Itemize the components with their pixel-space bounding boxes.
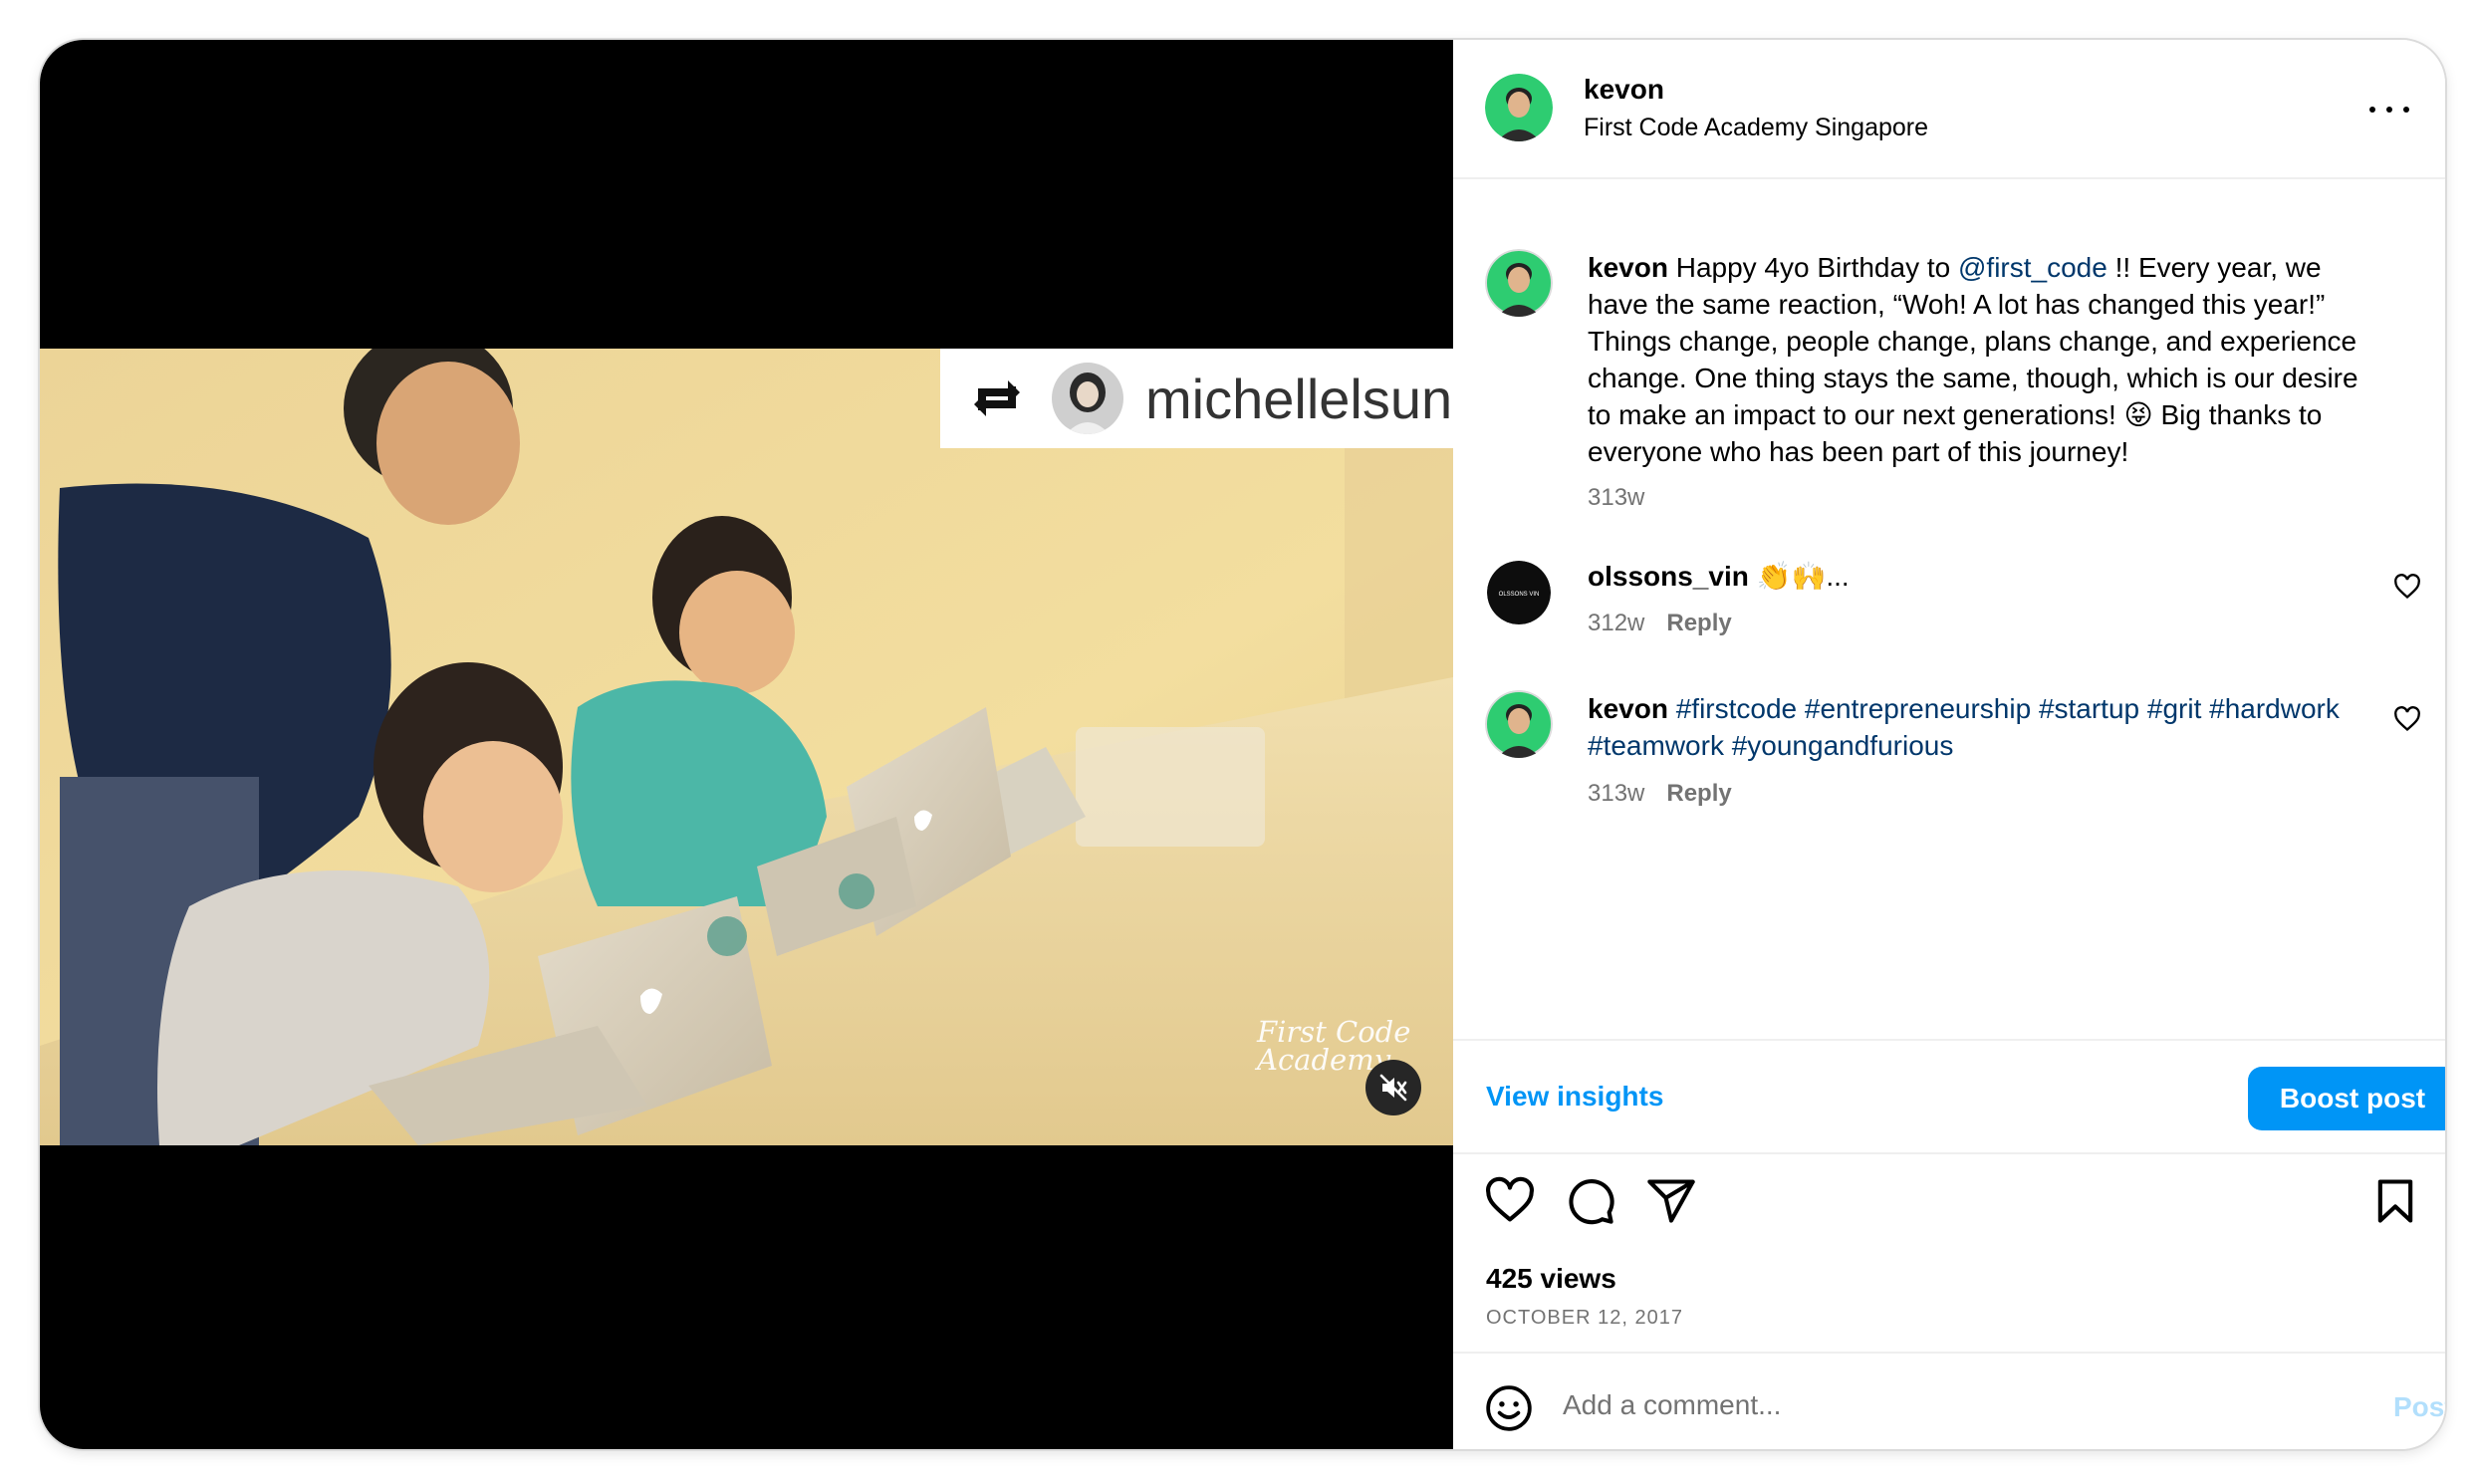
comment-text: kevon #firstcode #entrepreneurship #star… [1588, 690, 2384, 764]
author-avatar[interactable] [1485, 74, 1553, 141]
reply-button[interactable]: Reply [1666, 610, 1731, 636]
post-actions [1453, 1175, 2445, 1245]
comment-age: 312w [1588, 610, 1645, 636]
post-details-pane: kevon First Code Academy Singapore kevon… [1453, 40, 2445, 1449]
comment-input[interactable] [1563, 1377, 2300, 1433]
caption-text-part1: Happy 4yo Birthday to [1675, 252, 1958, 283]
repost-icon [974, 380, 1020, 416]
speaker-muted-icon [1379, 1074, 1407, 1102]
comment-username[interactable]: kevon [1588, 693, 1668, 724]
video-frame[interactable]: michellelsun First Code Academy [40, 349, 1453, 1145]
heart-icon[interactable] [1484, 1175, 1536, 1227]
comment-like-icon[interactable] [2393, 705, 2421, 733]
comment-username[interactable]: olssons_vin [1588, 561, 1749, 592]
post-dialog: michellelsun First Code Academy kevon Fi… [40, 40, 2445, 1449]
comment-text: olssons_vin 👏🙌... [1588, 558, 2384, 595]
comment-hashtags[interactable]: #firstcode #entrepreneurship #startup #g… [1588, 693, 2340, 761]
reply-button[interactable]: Reply [1666, 780, 1731, 807]
caption-text: kevon Happy 4yo Birthday to @first_code … [1588, 249, 2384, 470]
caption-text-part2: !! Every year, we have the same reaction… [1588, 252, 2358, 467]
media-pane[interactable]: michellelsun First Code Academy [40, 40, 1453, 1449]
mute-toggle-button[interactable] [1365, 1060, 1421, 1115]
commenter-avatar[interactable] [1485, 690, 1553, 758]
post-comment-button[interactable]: Post [2393, 1391, 2445, 1423]
view-count[interactable]: 425 views [1486, 1263, 1616, 1295]
more-options-icon[interactable] [2369, 100, 2409, 120]
commenter-avatar[interactable]: OLSSONS VIN [1487, 561, 1551, 624]
caption-age: 313w [1588, 484, 1644, 512]
comment-composer: Post [1453, 1352, 2445, 1449]
post-header: kevon First Code Academy Singapore [1453, 40, 2445, 179]
insights-bar: View insights Boost post [1453, 1039, 2445, 1154]
comment-content: 👏🙌... [1756, 561, 1850, 592]
repost-attribution: michellelsun [940, 349, 1453, 448]
author-username[interactable]: kevon [1584, 74, 1664, 106]
view-insights-link[interactable]: View insights [1486, 1081, 1663, 1113]
repost-avatar [1052, 363, 1123, 434]
bookmark-icon[interactable] [2369, 1175, 2421, 1227]
comment-bubble-icon[interactable] [1565, 1175, 1616, 1227]
caption-username[interactable]: kevon [1588, 252, 1668, 283]
post-date: OCTOBER 12, 2017 [1486, 1307, 1683, 1329]
avatar-text: OLSSONS VIN [1499, 592, 1540, 598]
video-image [40, 349, 1453, 1145]
caption-avatar[interactable] [1485, 249, 1553, 317]
caption-age-text: 313w [1588, 484, 1645, 511]
boost-post-button[interactable]: Boost post [2248, 1067, 2445, 1130]
comment-age: 313w [1588, 780, 1645, 807]
caption-mention[interactable]: @first_code [1958, 252, 2107, 283]
watermark-line1: First Code [1257, 1015, 1411, 1049]
paper-plane-icon[interactable] [1645, 1175, 1697, 1227]
comment-meta: 313w Reply [1588, 780, 1732, 808]
comment-meta: 312w Reply [1588, 610, 1732, 637]
repost-username: michellelsun [1145, 367, 1453, 430]
comment-like-icon[interactable] [2393, 573, 2421, 601]
post-location[interactable]: First Code Academy Singapore [1584, 114, 1928, 142]
smiley-icon[interactable] [1484, 1383, 1534, 1433]
